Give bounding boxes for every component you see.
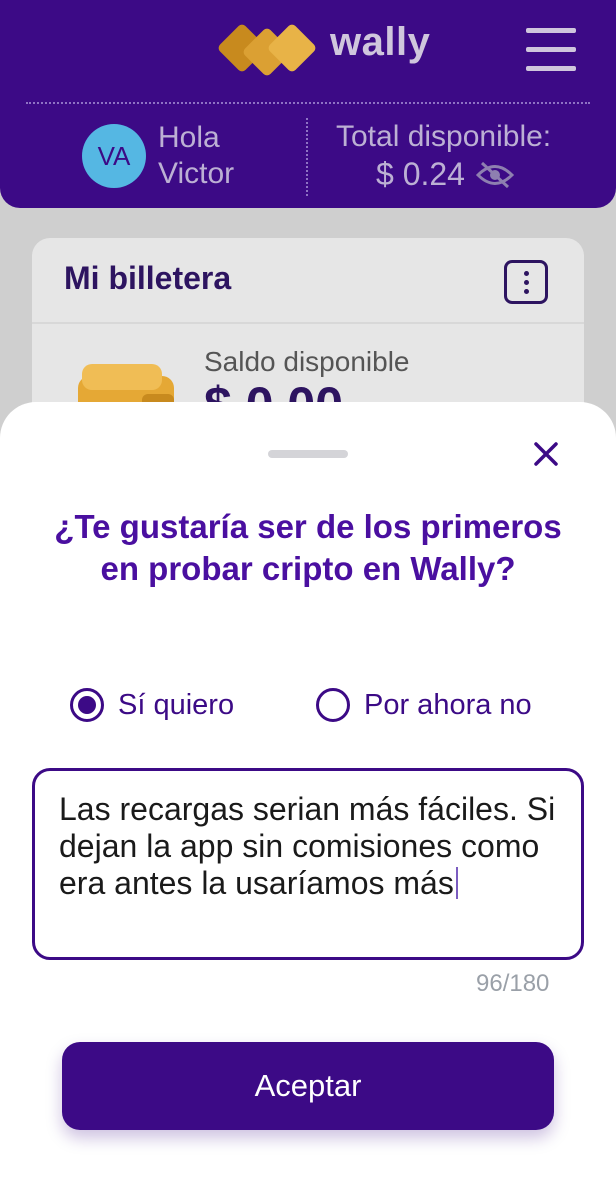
eye-off-icon[interactable]: [475, 160, 515, 190]
total-available-amount: $ 0.24: [376, 156, 465, 192]
wally-logo-icon: [218, 24, 316, 76]
text-caret: [455, 867, 458, 899]
radio-label-yes: Sí quiero: [118, 688, 235, 721]
comment-textarea[interactable]: Las recargas serian más fáciles. Si deja…: [32, 768, 584, 960]
character-counter: 96/180: [476, 970, 550, 997]
radio-label-no: Por ahora no: [364, 688, 532, 721]
sheet-drag-handle[interactable]: [268, 450, 348, 458]
greeting-text: Hola: [158, 121, 220, 154]
close-icon[interactable]: [530, 438, 562, 470]
app-header: wally VA Hola Victor Total disponible: $…: [0, 0, 616, 208]
radio-option-no[interactable]: Por ahora no: [316, 688, 532, 722]
total-available-row: $ 0.24: [376, 156, 515, 193]
user-name: Victor: [158, 157, 235, 190]
more-vertical-icon[interactable]: [504, 260, 548, 304]
total-available-label: Total disponible:: [336, 120, 552, 153]
avatar[interactable]: VA: [82, 124, 146, 188]
crypto-survey-sheet: ¿Te gustaría ser de los primeros en prob…: [0, 402, 616, 1200]
wallet-title: Mi billetera: [64, 260, 232, 296]
radio-option-yes[interactable]: Sí quiero: [70, 688, 234, 722]
brand-name: wally: [330, 20, 431, 64]
comment-text: Las recargas serian más fáciles. Si deja…: [59, 791, 556, 901]
accept-button[interactable]: Aceptar: [62, 1042, 554, 1130]
header-divider: [26, 102, 590, 104]
balance-label: Saldo disponible: [204, 346, 410, 377]
greeting-block: Hola Victor: [158, 120, 234, 192]
header-vertical-divider: [306, 118, 308, 196]
survey-question: ¿Te gustaría ser de los primeros en prob…: [54, 508, 562, 587]
radio-unselected-icon[interactable]: [316, 688, 350, 722]
hamburger-menu-icon[interactable]: [526, 28, 578, 76]
radio-selected-icon[interactable]: [70, 688, 104, 722]
card-divider: [32, 322, 584, 324]
